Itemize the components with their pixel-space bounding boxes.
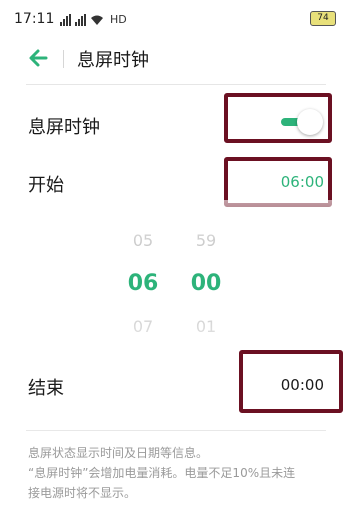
start-time-value[interactable]: 06:00 [281,173,324,191]
footer-note-line1: 息屏状态显示时间及日期等信息。 [28,446,209,460]
clock-toggle-switch[interactable] [275,107,325,137]
hour-selected[interactable]: 06 [113,271,173,296]
title-divider [63,50,64,68]
signal-icon-2 [75,14,86,26]
back-button[interactable] [26,44,54,72]
end-label: 结束 [28,378,64,399]
clock-toggle-label: 息屏时钟 [28,117,100,138]
end-time-value[interactable]: 00:00 [281,376,324,394]
status-icons: HD [60,12,127,26]
toggle-knob [297,109,323,135]
time-picker: 05 06 07 59 00 01 [108,222,248,342]
hour-above[interactable]: 05 [113,231,173,250]
start-label: 开始 [28,175,64,196]
footer-divider [26,430,326,431]
minute-above[interactable]: 59 [176,231,236,250]
signal-icon [60,14,71,26]
footer-note-line2: “息屏时钟”会增加电量消耗。电量不足10%且未连 [28,466,296,480]
back-arrow-icon [29,49,48,67]
status-bar: 17:11 HD 74 [0,0,350,36]
network-type: HD [110,13,127,26]
minute-below[interactable]: 01 [176,317,236,336]
status-time: 17:11 [14,11,55,27]
footer-note-line3: 接电源时将不显示。 [28,486,137,500]
header-divider [26,84,326,85]
page-title: 息屏时钟 [77,50,149,71]
battery-icon: 74 [310,11,336,26]
hour-below[interactable]: 07 [113,317,173,336]
app-bar: 息屏时钟 [0,36,350,82]
minute-selected[interactable]: 00 [176,271,236,296]
wifi-icon [91,15,103,25]
